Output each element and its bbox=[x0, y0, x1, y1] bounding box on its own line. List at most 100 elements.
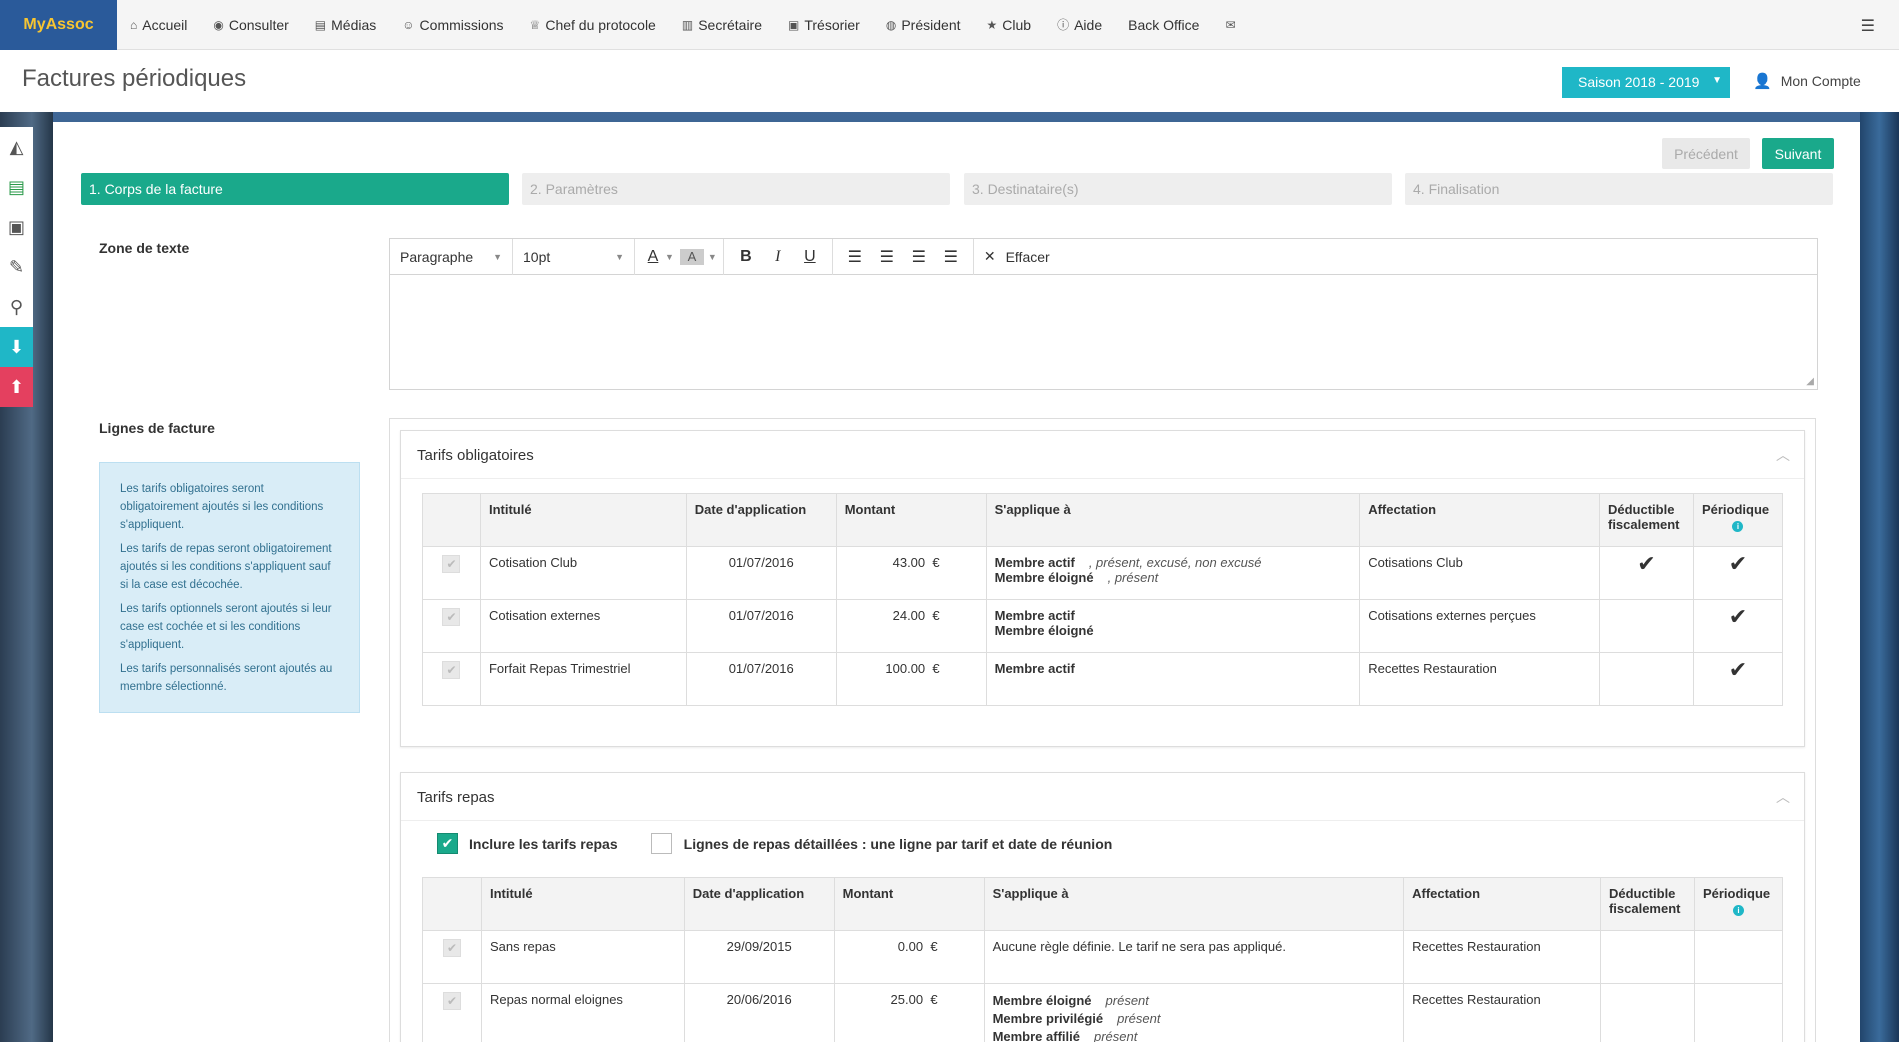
row-checkbox: ✔ bbox=[442, 992, 461, 1010]
clear-format-button[interactable]: ✕ Effacer bbox=[974, 248, 1050, 265]
nav-tresorier[interactable]: ▣ Trésorier bbox=[775, 0, 873, 50]
detailed-lines-checkbox[interactable] bbox=[650, 833, 672, 854]
caret-down-icon[interactable]: ▼ bbox=[665, 252, 674, 262]
font-size-select[interactable]: 10pt ▼ bbox=[513, 238, 635, 275]
close-icon: ✕ bbox=[983, 248, 996, 264]
check-icon bbox=[1598, 599, 1694, 653]
include-meals-checkbox[interactable]: ✔ bbox=[437, 833, 458, 854]
envelope-icon: ✉ bbox=[1225, 17, 1236, 32]
caret-down-icon: ▼ bbox=[1712, 75, 1722, 86]
row-checkbox: ✔ bbox=[442, 661, 461, 679]
nav-club[interactable]: ★ Club bbox=[974, 0, 1045, 50]
underline-icon[interactable]: U bbox=[794, 248, 826, 266]
map-marker-icon[interactable]: ⚲ bbox=[0, 287, 33, 327]
nav-medias[interactable]: ▤ Médias bbox=[302, 0, 389, 50]
background-right bbox=[1860, 112, 1899, 1042]
nav-accueil[interactable]: ⌂ Accueil bbox=[117, 0, 200, 50]
brand-logo[interactable]: MyAssoc bbox=[0, 0, 117, 50]
column-header: Affectation bbox=[1403, 877, 1601, 931]
check-icon: ✔ bbox=[1692, 652, 1784, 706]
align-group: ☰ ☰ ☰ ☰ bbox=[833, 238, 974, 275]
text-color-icon[interactable]: A bbox=[641, 248, 665, 266]
table-row: ✔ Cotisation Club 01/07/2016 43.00 € Mem… bbox=[422, 546, 1784, 600]
style-group: B I U bbox=[724, 238, 833, 275]
resize-handle-icon[interactable]: ◢ bbox=[1806, 376, 1814, 387]
step-parametres[interactable]: 2. Paramètres bbox=[522, 173, 950, 205]
chevron-up-icon[interactable]: ︿ bbox=[1776, 787, 1790, 807]
chart-area-icon[interactable]: ◭ bbox=[0, 127, 33, 167]
globe-icon: ◍ bbox=[885, 17, 897, 32]
table-row: ✔ Cotisation externes 01/07/2016 24.00 €… bbox=[422, 599, 1784, 653]
meal-rates-table: Intitulé Date d'application Montant S'ap… bbox=[422, 877, 1784, 1042]
nav-commissions[interactable]: ☺ Commissions bbox=[389, 0, 516, 50]
card-header[interactable]: Tarifs obligatoires ︿ bbox=[401, 431, 1804, 479]
row-checkbox: ✔ bbox=[442, 555, 461, 573]
top-navbar: MyAssoc ⌂ Accueil ◉ Consulter ▤ Médias ☺ Com… bbox=[0, 0, 1899, 50]
wrench-icon[interactable]: ✎ bbox=[0, 247, 33, 287]
align-justify-icon[interactable]: ☰ bbox=[935, 247, 967, 267]
column-header: Montant bbox=[833, 877, 985, 931]
download-icon[interactable]: ⬇ bbox=[0, 327, 33, 367]
column-header: Périodique i bbox=[1693, 877, 1784, 931]
left-toolbar: ◭ ▤ ▣ ✎ ⚲ ⬇ ⬆ bbox=[0, 127, 33, 407]
check-icon: ✔ bbox=[1598, 546, 1694, 600]
nav-back-office[interactable]: Back Office bbox=[1115, 0, 1212, 50]
align-right-icon[interactable]: ☰ bbox=[903, 247, 935, 267]
column-header: Montant bbox=[835, 493, 987, 547]
column-header: Affectation bbox=[1359, 493, 1600, 547]
text-zone-label: Zone de texte bbox=[99, 240, 190, 256]
step-finalisation[interactable]: 4. Finalisation bbox=[1405, 173, 1833, 205]
step-corps[interactable]: 1. Corps de la facture bbox=[81, 173, 509, 205]
column-header: Date d'application bbox=[683, 877, 835, 931]
format-select[interactable]: Paragraphe ▼ bbox=[390, 238, 513, 275]
meal-options: ✔ Inclure les tarifs repas Lignes de rep… bbox=[437, 833, 1112, 854]
document-icon[interactable]: ▤ bbox=[0, 167, 33, 207]
align-center-icon[interactable]: ☰ bbox=[871, 247, 903, 267]
table-row: ✔ Repas normal eloignes 20/06/2016 25.00… bbox=[422, 983, 1784, 1042]
color-group: A ▼ A ▼ bbox=[635, 238, 724, 275]
info-icon[interactable]: i bbox=[1732, 905, 1744, 916]
next-button[interactable]: Suivant bbox=[1762, 138, 1834, 169]
nav-president[interactable]: ◍ Président bbox=[873, 0, 974, 50]
align-left-icon[interactable]: ☰ bbox=[839, 247, 871, 267]
invoice-lines-label: Lignes de facture bbox=[99, 420, 215, 436]
user-icon: 👤 bbox=[1753, 73, 1772, 90]
caret-down-icon: ▼ bbox=[493, 251, 502, 262]
caret-down-icon[interactable]: ▼ bbox=[708, 252, 717, 262]
rich-text-editor[interactable]: Paragraphe ▼ 10pt ▼ A ▼ A ▼ B I U ☰ ☰ ☰ ☰ … bbox=[389, 238, 1818, 390]
nav-consulter[interactable]: ◉ Consulter bbox=[200, 0, 301, 50]
money-icon: ▣ bbox=[788, 17, 800, 32]
row-checkbox: ✔ bbox=[442, 939, 461, 957]
table-row: ✔ Sans repas 29/09/2015 0.00 € Aucune rè… bbox=[422, 930, 1784, 984]
column-header: Date d'application bbox=[685, 493, 837, 547]
page-title: Factures périodiques bbox=[22, 65, 247, 92]
card-header[interactable]: Tarifs repas ︿ bbox=[401, 773, 1804, 821]
nav-aide[interactable]: ⓘ Aide bbox=[1044, 0, 1115, 50]
caret-down-icon: ▼ bbox=[615, 251, 624, 262]
nav-messages[interactable]: ✉ bbox=[1212, 0, 1253, 50]
table-row: ✔ Forfait Repas Trimestriel 01/07/2016 1… bbox=[422, 652, 1784, 706]
check-icon: ✔ bbox=[1692, 599, 1784, 653]
upload-icon[interactable]: ⬆ bbox=[0, 367, 33, 407]
background-color-icon[interactable]: A bbox=[679, 248, 704, 265]
column-header: Périodique i bbox=[1692, 493, 1784, 547]
column-header: S'applique à bbox=[985, 493, 1361, 547]
column-header: S'applique à bbox=[983, 877, 1405, 931]
account-menu[interactable]: 👤 Mon Compte bbox=[1753, 72, 1861, 90]
info-icon[interactable]: i bbox=[1732, 521, 1744, 532]
row-checkbox: ✔ bbox=[442, 608, 461, 626]
season-select[interactable]: Saison 2018 - 2019 ▼ bbox=[1562, 67, 1730, 98]
check-icon: ✔ bbox=[1692, 546, 1784, 600]
previous-button[interactable]: Précédent bbox=[1662, 138, 1750, 169]
bold-icon[interactable]: B bbox=[730, 248, 762, 266]
nav-chef-protocole[interactable]: ♕ Chef du protocole bbox=[517, 0, 669, 50]
check-icon bbox=[1598, 652, 1694, 706]
chevron-up-icon[interactable]: ︿ bbox=[1776, 445, 1790, 465]
step-destinataires[interactable]: 3. Destinataire(s) bbox=[964, 173, 1392, 205]
nav-secretaire[interactable]: ▥ Secrétaire bbox=[669, 0, 775, 50]
user-circle-icon: ☺ bbox=[402, 17, 415, 32]
menu-icon[interactable]: ☰ bbox=[1861, 16, 1875, 36]
select-column-header bbox=[422, 877, 482, 931]
italic-icon[interactable]: I bbox=[762, 248, 794, 266]
money-icon[interactable]: ▣ bbox=[0, 207, 33, 247]
